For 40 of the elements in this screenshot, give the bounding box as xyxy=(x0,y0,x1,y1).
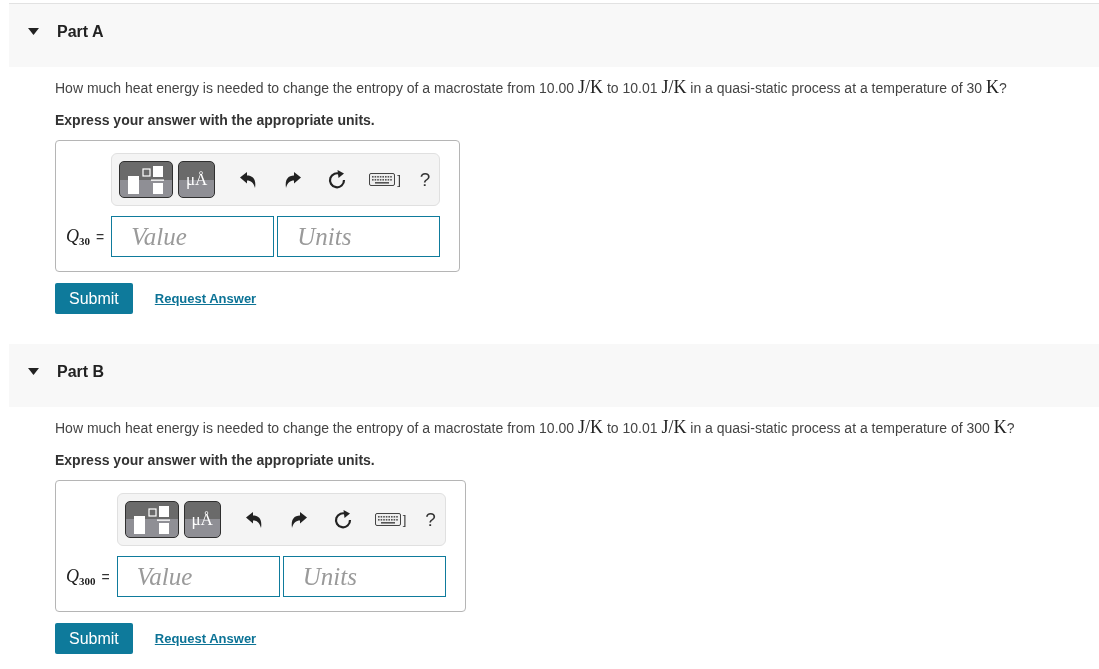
question-text: How much heat energy is needed to change the entropy of a macrostate from 10.00 J/K to 10.01 J/K in a quasi-static process at a temperature of 30 K? xyxy=(55,78,1008,98)
help-button[interactable]: ? xyxy=(419,168,431,191)
variable-label: Q$_{30}$ xyxy=(66,226,90,247)
part-title: Part B xyxy=(57,362,105,381)
part-title: Part A xyxy=(57,22,104,41)
question-text: How much heat energy is needed to change the entropy of a macrostate from 10.00 J/K to 10.01 J/K in a quasi-static process at a temperature of 300 K? xyxy=(55,418,1016,438)
instruction-text: Express your answer with the appropriate units. xyxy=(55,451,376,470)
instruction-text: Express your answer with the appropriate units. xyxy=(55,111,376,130)
submit-button[interactable]: Submit xyxy=(55,623,133,654)
reset-icon[interactable] xyxy=(333,510,352,529)
undo-icon[interactable] xyxy=(245,511,263,528)
reset-icon[interactable] xyxy=(328,170,347,189)
keyboard-bracket: ] xyxy=(397,172,401,187)
answer-input[interactable]: Units xyxy=(277,216,441,257)
equals-sign: = xyxy=(96,228,105,245)
fraction-template-icon xyxy=(128,165,165,194)
variable-label: Q$_{300}$ xyxy=(66,566,96,587)
request-answer-link[interactable]: Request Answer xyxy=(154,291,257,306)
template-button[interactable] xyxy=(119,161,174,198)
equals-sign: = xyxy=(101,568,110,585)
help-button[interactable]: ? xyxy=(425,508,436,531)
fraction-template-icon xyxy=(133,505,170,534)
units-button[interactable]: μÅ xyxy=(178,161,216,198)
part-header[interactable]: Part A xyxy=(9,4,1099,67)
template-button[interactable] xyxy=(124,501,179,538)
part-header[interactable]: Part B xyxy=(9,344,1099,407)
redo-icon[interactable] xyxy=(289,511,307,528)
answer-input[interactable]: Value xyxy=(111,216,275,257)
answer-input[interactable]: Value xyxy=(116,556,280,597)
undo-icon[interactable] xyxy=(240,171,258,188)
answer-input[interactable]: Units xyxy=(282,556,446,597)
redo-icon[interactable] xyxy=(284,171,302,188)
units-button[interactable]: μÅ xyxy=(183,501,221,538)
caret-icon[interactable] xyxy=(28,368,39,375)
keyboard-bracket: ] xyxy=(402,512,407,527)
caret-icon[interactable] xyxy=(28,28,39,35)
keyboard-icon[interactable] xyxy=(374,513,401,526)
keyboard-icon[interactable] xyxy=(369,173,396,186)
submit-button[interactable]: Submit xyxy=(55,283,133,314)
request-answer-link[interactable]: Request Answer xyxy=(154,631,257,646)
